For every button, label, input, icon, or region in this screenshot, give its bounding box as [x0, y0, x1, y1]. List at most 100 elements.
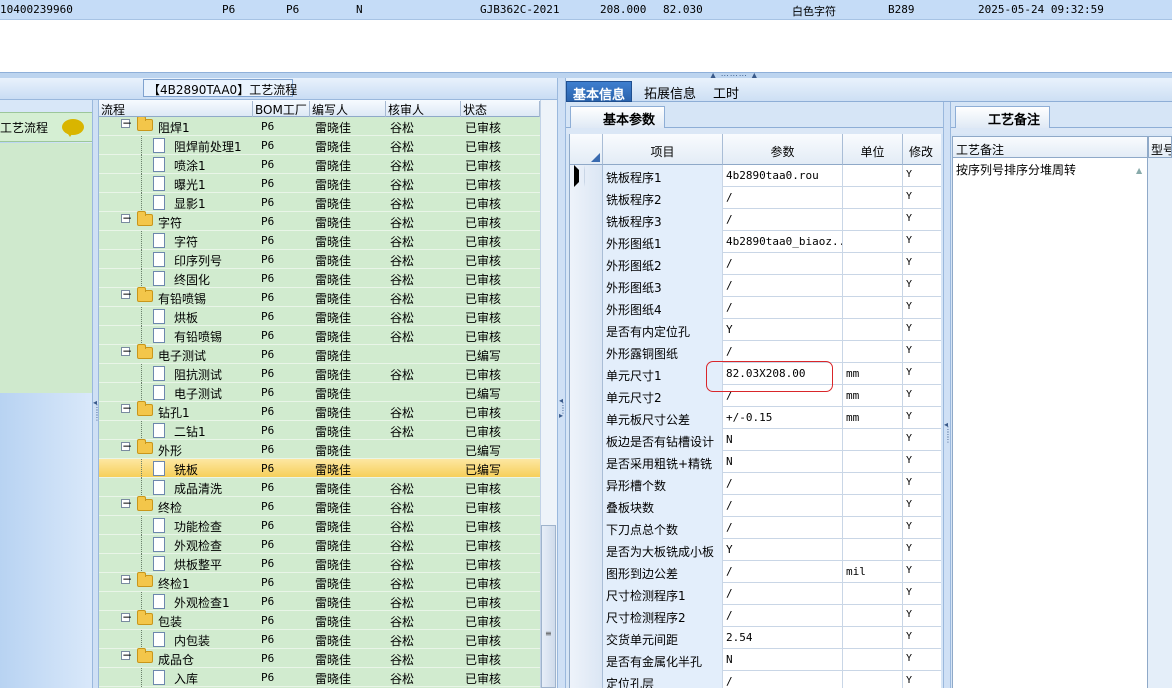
tree-row[interactable]: − 电子测试 P6 雷晓佳 已编写 [99, 344, 540, 364]
param-value-cell[interactable]: Y [723, 539, 843, 561]
param-modify-cell[interactable]: Y [903, 297, 941, 319]
collapse-toggle-icon[interactable]: − [121, 288, 132, 300]
param-unit-cell[interactable] [843, 517, 903, 539]
param-value-cell[interactable]: 4b2890taa0_biaoz... [723, 231, 843, 253]
param-modify-cell[interactable]: Y [903, 671, 941, 688]
nav-item-process-flow[interactable]: 工艺流程 [0, 112, 92, 142]
tree-row[interactable]: − 终检1 P6 雷晓佳 谷松 已审核 [99, 572, 540, 592]
param-modify-cell[interactable]: Y [903, 231, 941, 253]
param-value-cell[interactable]: / [723, 473, 843, 495]
param-modify-cell[interactable]: Y [903, 187, 941, 209]
row-indicator[interactable] [570, 231, 603, 253]
param-value-cell[interactable]: N [723, 451, 843, 473]
param-modify-cell[interactable]: Y [903, 473, 941, 495]
param-unit-cell[interactable] [843, 495, 903, 517]
type-column-header[interactable]: 型号 [1148, 136, 1172, 158]
row-indicator[interactable] [570, 649, 603, 671]
param-unit-cell[interactable] [843, 627, 903, 649]
col-header-bom-factory[interactable]: BOM工厂 [253, 101, 310, 117]
row-indicator[interactable] [570, 319, 603, 341]
param-row[interactable]: 外形露铜图纸 / Y [570, 341, 941, 363]
notes-column-header[interactable]: 工艺备注 [952, 136, 1148, 158]
tree-row[interactable]: 功能检查 P6 雷晓佳 谷松 已审核 [99, 516, 540, 535]
col-header-writer[interactable]: 编写人 [310, 101, 386, 117]
param-row[interactable]: 外形图纸2/ Y [570, 253, 941, 275]
nav-splitter[interactable]: ◂ ⋮ ⋮ ⋮ [92, 100, 101, 688]
row-indicator[interactable] [570, 583, 603, 605]
tree-row[interactable]: 铣板 P6 雷晓佳 已编写 [99, 459, 540, 478]
param-row[interactable]: 外形图纸1 4b2890taa0_biaoz... Y [570, 231, 941, 253]
param-value-cell[interactable]: Y [723, 319, 843, 341]
collapse-toggle-icon[interactable]: − [121, 497, 132, 509]
param-unit-cell[interactable] [843, 671, 903, 688]
row-indicator[interactable] [570, 627, 603, 649]
param-value-cell[interactable]: / [723, 187, 843, 209]
row-indicator[interactable] [570, 561, 603, 583]
param-value-cell[interactable]: +/-0.15 [723, 407, 843, 429]
tree-row[interactable]: − 包装 P6 雷晓佳 谷松 已审核 [99, 610, 540, 630]
param-modify-cell[interactable]: Y [903, 253, 941, 275]
param-modify-cell[interactable]: Y [903, 451, 941, 473]
param-unit-cell[interactable] [843, 231, 903, 253]
tree-row[interactable]: 阻抗测试 P6 雷晓佳 谷松 已审核 [99, 364, 540, 383]
row-indicator[interactable] [570, 451, 603, 473]
param-value-cell[interactable]: / [723, 561, 843, 583]
collapse-toggle-icon[interactable]: − [121, 345, 132, 357]
top-record-row[interactable]: 10400239960 P6 P6 N GJB362C-2021 208.000… [0, 0, 1172, 20]
tree-row[interactable]: 阻焊前处理1 P6 雷晓佳 谷松 已审核 [99, 136, 540, 155]
collapse-toggle-icon[interactable]: − [121, 117, 132, 129]
param-unit-cell[interactable] [843, 605, 903, 627]
param-modify-cell[interactable]: Y [903, 517, 941, 539]
col-header-process[interactable]: 流程 [99, 101, 253, 117]
param-modify-cell[interactable]: Y [903, 583, 941, 605]
param-value-cell[interactable]: / [723, 495, 843, 517]
tree-row[interactable]: 有铅喷锡 P6 雷晓佳 谷松 已审核 [99, 326, 540, 345]
param-value-cell[interactable]: 4b2890taa0.rou [723, 165, 843, 187]
right-splitter[interactable]: ◂ ⋮ ⋮ ⋮ [943, 102, 952, 688]
tab-basic-params[interactable]: 基本参数 [570, 106, 665, 128]
tree-row[interactable]: 外观检查 P6 雷晓佳 谷松 已审核 [99, 535, 540, 554]
param-unit-cell[interactable] [843, 275, 903, 297]
param-unit-cell[interactable] [843, 187, 903, 209]
tree-row[interactable]: − 终检 P6 雷晓佳 谷松 已审核 [99, 496, 540, 516]
process-tree[interactable]: − 阻焊1 P6 雷晓佳 谷松 已审核 阻焊前处理1 P6 雷晓佳 谷松 已审核 喷涂1 P6 雷晓佳 谷松… [99, 117, 540, 688]
col-header-modify[interactable]: 修改 [903, 134, 941, 165]
tree-row[interactable]: 入库 P6 雷晓佳 谷松 已审核 [99, 668, 540, 687]
row-indicator[interactable] [570, 671, 603, 688]
tree-scroll-thumb[interactable]: ≡ [541, 525, 556, 688]
param-value-cell[interactable]: / [723, 583, 843, 605]
param-modify-cell[interactable]: Y [903, 165, 941, 187]
param-row[interactable]: 异形槽个数 / Y [570, 473, 941, 495]
collapse-toggle-icon[interactable]: − [121, 649, 132, 661]
param-unit-cell[interactable] [843, 451, 903, 473]
tree-row[interactable]: − 钻孔1 P6 雷晓佳 谷松 已审核 [99, 401, 540, 421]
param-row[interactable]: 板边是否有钻槽设计 N Y [570, 429, 941, 451]
row-indicator[interactable] [570, 473, 603, 495]
tab-basic-info[interactable]: 基本信息 [566, 81, 633, 103]
collapse-toggle-icon[interactable]: − [121, 440, 132, 452]
param-value-cell[interactable]: / [723, 671, 843, 688]
param-row[interactable]: 交货单元间距 2.54 Y [570, 627, 941, 649]
param-unit-cell[interactable] [843, 165, 903, 187]
tree-row[interactable]: − 阻焊1 P6 雷晓佳 谷松 已审核 [99, 117, 540, 136]
param-row[interactable]: 下刀点总个数 / Y [570, 517, 941, 539]
param-unit-cell[interactable]: mm [843, 363, 903, 385]
row-indicator[interactable] [570, 363, 603, 385]
row-indicator[interactable] [570, 165, 603, 187]
param-modify-cell[interactable]: Y [903, 341, 941, 363]
param-value-cell[interactable]: / [723, 297, 843, 319]
param-row[interactable]: 铣板程序1 4b2890taa0.rou Y [570, 165, 941, 187]
params-grid[interactable]: 项目 参数 单位 修改 铣板程序1 4b2890taa0.rou Y 铣板程序2/Y 铣… [569, 134, 941, 688]
param-row[interactable]: 尺寸检测程序2/ Y [570, 605, 941, 627]
row-indicator[interactable] [570, 253, 603, 275]
param-row[interactable]: 定位孔层 / Y [570, 671, 941, 688]
param-unit-cell[interactable] [843, 539, 903, 561]
tab-process-notes[interactable]: 工艺备注 [955, 106, 1050, 128]
param-row[interactable]: 外形图纸4/ Y [570, 297, 941, 319]
tree-row[interactable]: 内包装 P6 雷晓佳 谷松 已审核 [99, 630, 540, 649]
row-indicator[interactable] [570, 539, 603, 561]
row-indicator[interactable] [570, 341, 603, 363]
param-unit-cell[interactable] [843, 253, 903, 275]
collapse-toggle-icon[interactable]: − [121, 212, 132, 224]
tree-row[interactable]: − 有铅喷锡 P6 雷晓佳 谷松 已审核 [99, 287, 540, 307]
